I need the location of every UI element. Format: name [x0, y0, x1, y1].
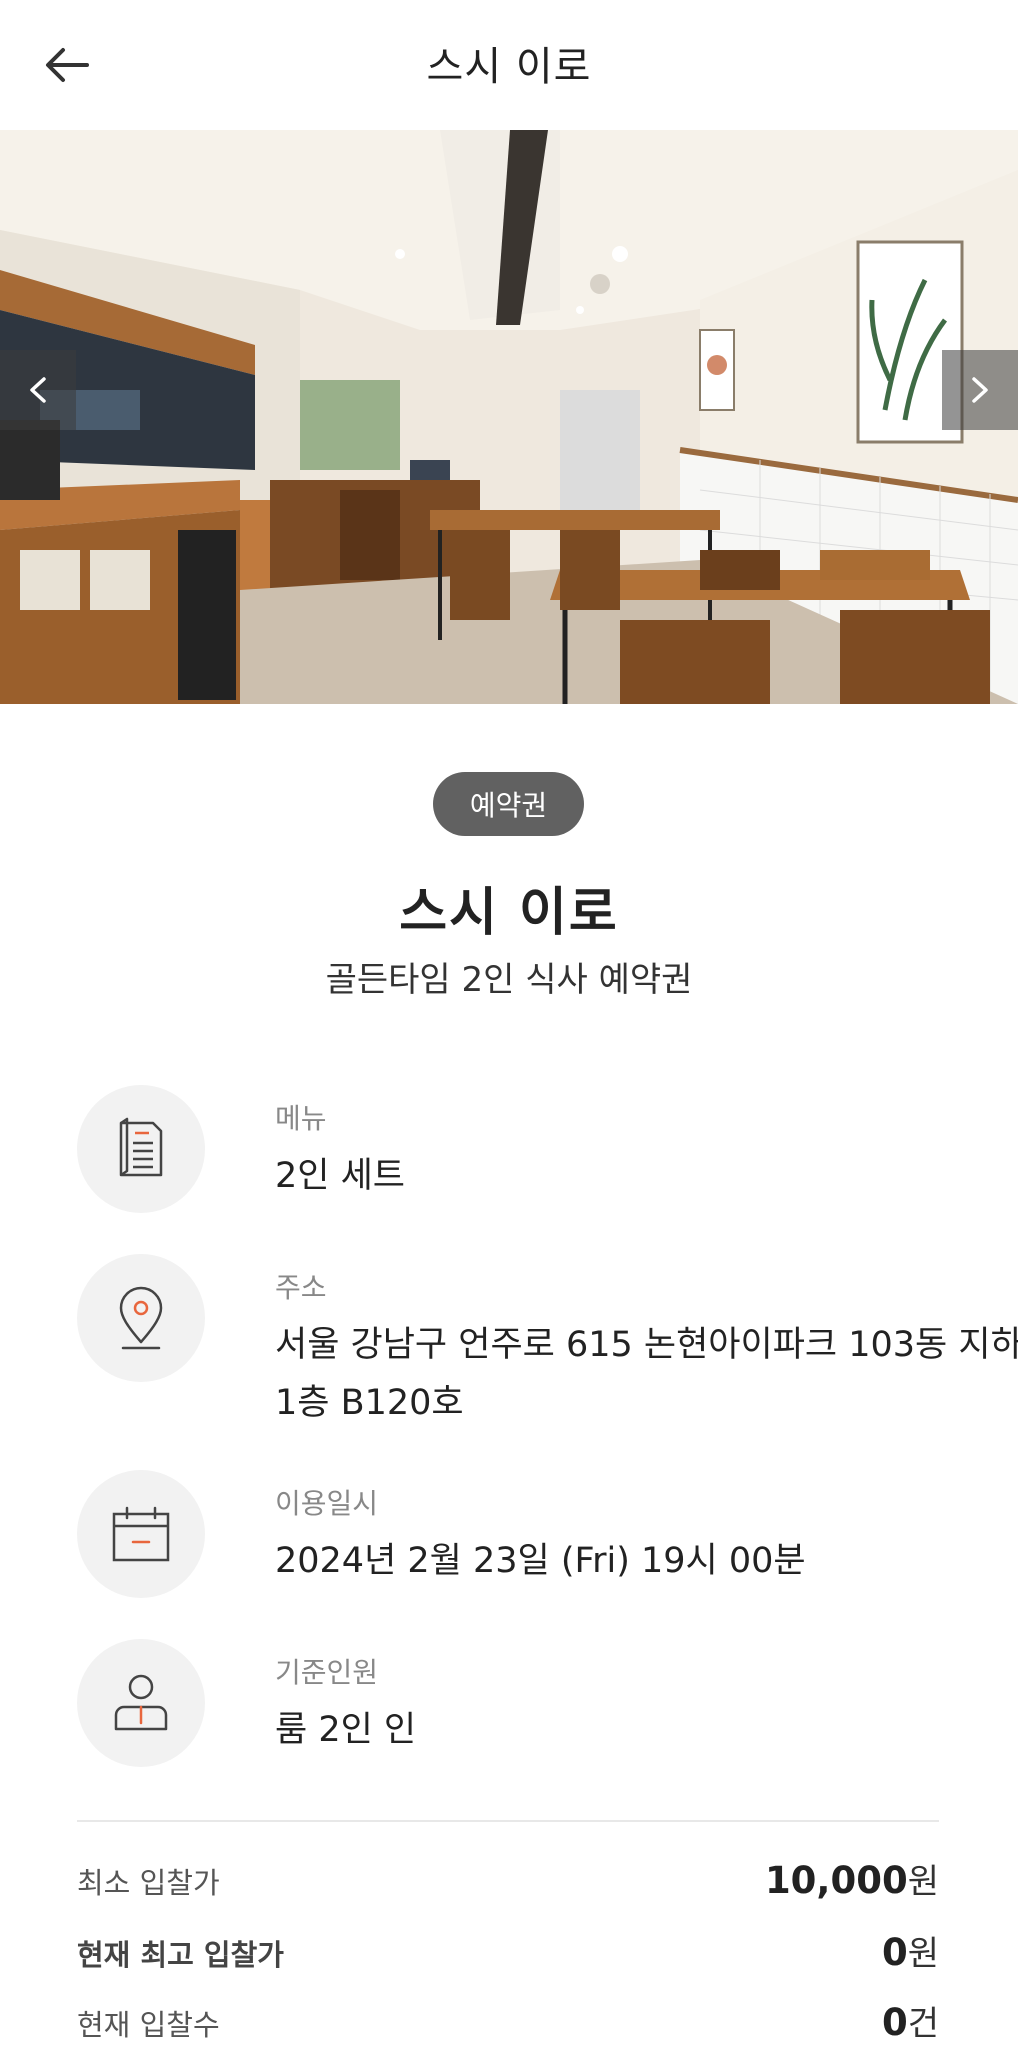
bid-amount: 10,000원: [765, 1854, 939, 1903]
bid-label: 현재 최고 입찰가: [77, 1938, 284, 1972]
bid-amount: 0원: [882, 1926, 939, 1975]
top-app-bar: 스시 이로: [0, 0, 1018, 130]
bid-label: 현재 입찰수: [77, 2008, 220, 2042]
icon-circle: [77, 1254, 205, 1382]
info-value: 서울 강남구 언주로 615 논현아이파크 103동 지하 1층 B120호: [275, 1325, 1018, 1423]
bid-amount-number: 0: [881, 1931, 908, 1974]
chevron-right-icon: [972, 377, 988, 403]
bid-row-minimum: 최소 입찰가 10,000원: [77, 1854, 939, 1904]
reservation-badge: 예약권: [433, 772, 584, 836]
page-title: 스시 이로: [426, 44, 592, 90]
bid-row-highest: 현재 최고 입찰가 0원: [77, 1926, 939, 1976]
restaurant-photo-carousel[interactable]: [0, 130, 1018, 704]
info-label: 이용일시: [275, 1487, 379, 1520]
info-row-menu: 메뉴 2인 세트: [77, 1085, 947, 1215]
chevron-left-icon: [30, 377, 46, 403]
bid-amount-unit: 건: [907, 2004, 939, 2044]
bid-row-count: 현재 입찰수 0건: [77, 1996, 939, 2046]
info-value: 룸 2인 인: [275, 1710, 417, 1750]
carousel-next-button[interactable]: [942, 350, 1018, 430]
menu-document-icon: [119, 1117, 163, 1177]
bid-label: 최소 입찰가: [77, 1866, 220, 1900]
info-label: 메뉴: [275, 1102, 327, 1135]
info-label: 주소: [275, 1271, 327, 1304]
shop-name: 스시 이로: [399, 883, 619, 943]
restaurant-interior-photo: [0, 130, 1018, 704]
info-value: 2024년 2월 23일 (Fri) 19시 00분: [275, 1541, 806, 1581]
bid-amount-number: 0: [881, 2001, 908, 2044]
info-label: 기준인원: [275, 1656, 379, 1689]
carousel-prev-button[interactable]: [0, 350, 76, 430]
info-row-capacity: 기준인원 룸 2인 인: [77, 1639, 947, 1769]
icon-circle: [77, 1470, 205, 1598]
icon-circle: [77, 1639, 205, 1767]
info-value: 2인 세트: [275, 1156, 405, 1196]
bid-amount-unit: 원: [907, 1934, 939, 1974]
section-divider: [77, 1820, 939, 1822]
info-row-address: 주소 서울 강남구 언주로 615 논현아이파크 103동 지하 1층 B120…: [77, 1254, 1018, 1434]
calendar-icon: [112, 1506, 170, 1562]
bid-amount-unit: 원: [907, 1862, 939, 1902]
location-pin-icon: [119, 1286, 163, 1350]
info-row-date: 이용일시 2024년 2월 23일 (Fri) 19시 00분: [77, 1470, 947, 1600]
icon-circle: [77, 1085, 205, 1213]
bid-amount: 0건: [882, 1996, 939, 2045]
bid-amount-number: 10,000: [764, 1859, 908, 1902]
person-icon: [114, 1674, 168, 1731]
product-name: 골든타임 2인 식사 예약권: [325, 960, 693, 1000]
